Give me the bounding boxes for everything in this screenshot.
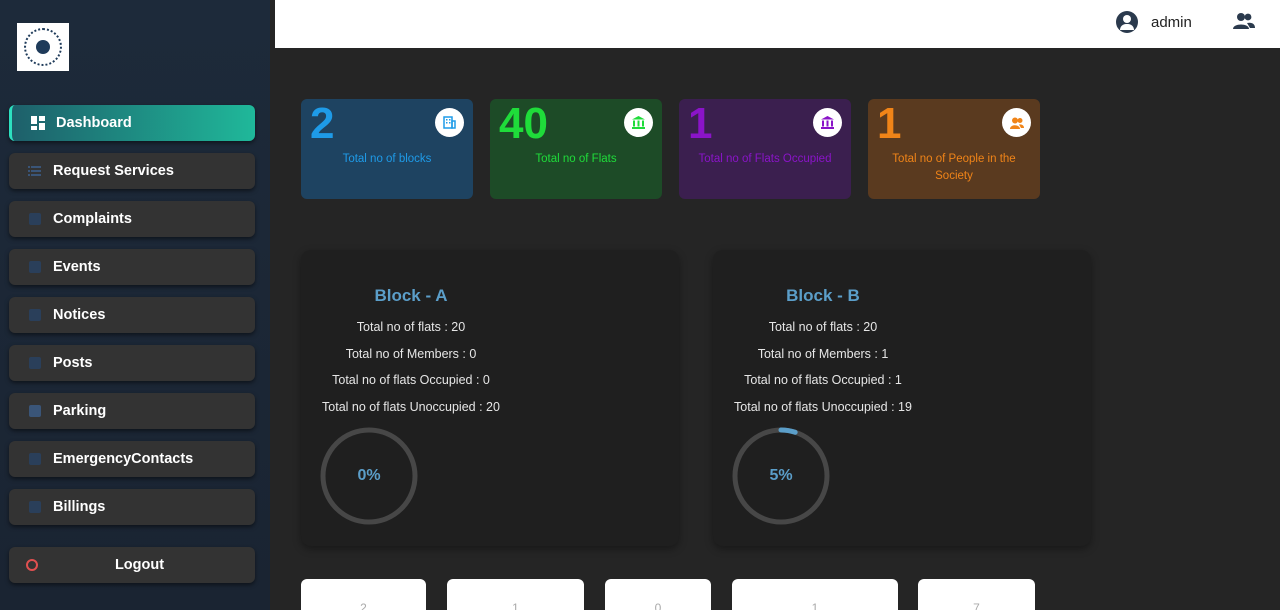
community-logo-icon <box>24 28 62 66</box>
sidebar-item-dashboard[interactable]: Dashboard <box>9 105 255 141</box>
sidebar-item-label: Request Services <box>53 163 174 179</box>
logout-label: Logout <box>114 557 165 573</box>
block-title: Block - A <box>374 286 448 305</box>
sidebar-item-label: Posts <box>53 355 93 371</box>
occupancy-percent: 5% <box>769 467 793 484</box>
block-unoccupied: Total no of flats Unoccupied : 20 <box>322 400 500 414</box>
block-card-a: Block - A Total no of flats : 20 Total n… <box>301 250 679 546</box>
post-icon <box>27 355 43 371</box>
summary-value: 1 <box>512 601 519 610</box>
stat-card-blocks[interactable]: 2 Total no of blocks <box>301 99 473 199</box>
sidebar-item-parking[interactable]: Parking <box>9 393 255 429</box>
occupancy-percent: 0% <box>357 467 381 484</box>
power-icon <box>26 559 38 571</box>
dashboard-icon <box>30 115 46 131</box>
top-header: admin <box>275 0 1280 48</box>
sidebar-item-label: Complaints <box>53 211 132 227</box>
sidebar-item-label: Notices <box>53 307 106 323</box>
summary-card[interactable]: 2 <box>301 579 426 610</box>
summary-card[interactable]: 1 <box>732 579 898 610</box>
summary-card[interactable]: 0 <box>605 579 711 610</box>
stat-card-flats[interactable]: 40 Total no of Flats <box>490 99 662 199</box>
block-members: Total no of Members : 0 <box>345 347 477 361</box>
sidebar-item-label: Parking <box>53 403 107 419</box>
parking-icon <box>27 403 43 419</box>
summary-value: 2 <box>360 601 367 610</box>
stat-label: Total no of Flats <box>535 153 617 165</box>
notice-icon <box>27 307 43 323</box>
logout-button[interactable]: Logout <box>9 547 255 583</box>
block-occupied: Total no of flats Occupied : 0 <box>332 373 490 387</box>
sidebar-item-posts[interactable]: Posts <box>9 345 255 381</box>
block-flats: Total no of flats : 20 <box>768 320 878 334</box>
sidebar-item-label: EmergencyContacts <box>53 451 194 467</box>
complaint-icon <box>27 211 43 227</box>
sidebar-item-complaints[interactable]: Complaints <box>9 201 255 237</box>
billing-icon <box>27 499 43 515</box>
sidebar-item-label: Dashboard <box>56 115 132 131</box>
stat-value: 1 <box>688 99 713 148</box>
stat-value: 1 <box>877 99 902 148</box>
sidebar: Dashboard Request Services Complaints Ev… <box>0 0 270 610</box>
stat-label: Total no of People in the Society <box>892 153 1016 182</box>
summary-value: 0 <box>654 601 662 610</box>
sidebar-item-label: Billings <box>53 499 106 515</box>
block-flats: Total no of flats : 20 <box>356 320 466 334</box>
sidebar-item-notices[interactable]: Notices <box>9 297 255 333</box>
contacts-icon <box>27 451 43 467</box>
occupancy-progress-ring: 0% <box>318 425 420 527</box>
summary-value: 7 <box>973 601 980 610</box>
stat-value: 2 <box>310 99 335 148</box>
block-card-b: Block - B Total no of flats : 20 Total n… <box>713 250 1091 546</box>
block-title: Block - B <box>786 286 860 305</box>
sidebar-item-request-services[interactable]: Request Services <box>9 153 255 189</box>
app-logo[interactable] <box>17 23 69 71</box>
sidebar-item-label: Events <box>53 259 101 275</box>
stat-card-flats-occupied[interactable]: 1 Total no of Flats Occupied <box>679 99 851 199</box>
summary-card[interactable]: 1 <box>447 579 584 610</box>
calendar-icon <box>27 259 43 275</box>
summary-card[interactable]: 7 <box>918 579 1035 610</box>
occupancy-progress-ring: 5% <box>730 425 832 527</box>
block-occupied: Total no of flats Occupied : 1 <box>744 373 902 387</box>
sidebar-item-billings[interactable]: Billings <box>9 489 255 525</box>
list-icon <box>27 163 43 179</box>
bank-icon <box>624 108 653 137</box>
block-members: Total no of Members : 1 <box>757 347 889 361</box>
sidebar-item-events[interactable]: Events <box>9 249 255 285</box>
summary-value: 1 <box>811 601 819 610</box>
bank-icon <box>813 108 842 137</box>
stat-card-people[interactable]: 1 Total no of People in the Society <box>868 99 1040 199</box>
stat-label: Total no of Flats Occupied <box>698 153 832 165</box>
stat-value: 40 <box>499 99 548 148</box>
people-icon[interactable] <box>1233 12 1255 30</box>
user-avatar-icon[interactable] <box>1116 11 1138 33</box>
building-icon <box>435 108 464 137</box>
people-icon <box>1002 108 1031 137</box>
block-unoccupied: Total no of flats Unoccupied : 19 <box>734 400 912 414</box>
stat-label: Total no of blocks <box>342 153 432 165</box>
sidebar-item-emergency-contacts[interactable]: EmergencyContacts <box>9 441 255 477</box>
user-name[interactable]: admin <box>1151 14 1192 31</box>
